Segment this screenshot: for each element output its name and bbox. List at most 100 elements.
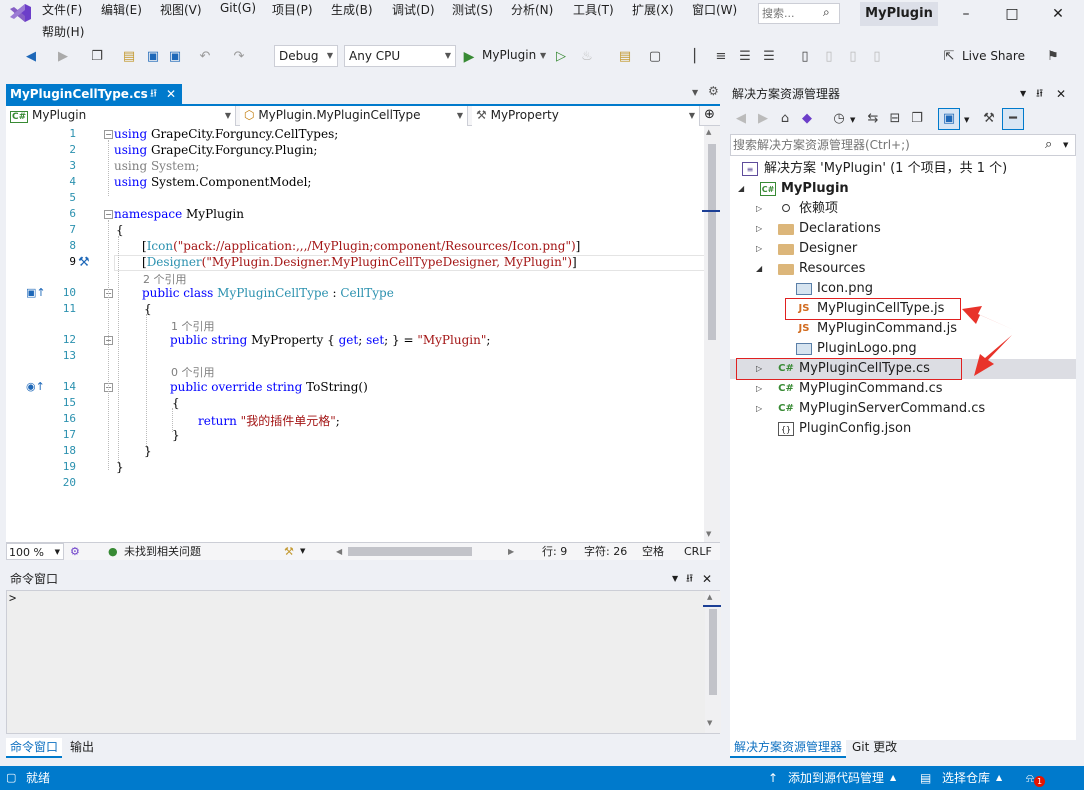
settings-icon[interactable]: ⚙ bbox=[708, 84, 719, 98]
pending-changes-filter-icon[interactable]: ◷ bbox=[830, 109, 848, 129]
start-debugging-icon[interactable]: ▶ bbox=[460, 47, 478, 67]
pin-icon[interactable]: ⭿ bbox=[1036, 84, 1043, 104]
cleanup-brush-icon[interactable]: ⚒ bbox=[284, 543, 294, 560]
menu-test[interactable]: 测试(S) bbox=[452, 1, 493, 19]
menu-view[interactable]: 视图(V) bbox=[160, 1, 202, 19]
chevron-up-icon[interactable]: ▲ bbox=[996, 766, 1002, 790]
solution-folder-icon[interactable]: ▤ bbox=[616, 47, 634, 67]
scroll-up-icon[interactable]: ▲ bbox=[707, 593, 712, 601]
menu-help[interactable]: 帮助(H) bbox=[42, 23, 84, 41]
configuration-select[interactable]: Debug ▼ bbox=[274, 45, 338, 67]
save-all-icon[interactable]: ▣ bbox=[166, 47, 184, 67]
collapse-toggle[interactable]: − bbox=[104, 210, 113, 219]
chevron-down-icon[interactable]: ▼ bbox=[300, 543, 305, 560]
minimize-button[interactable]: – bbox=[956, 4, 976, 24]
collapsed-arrow-icon[interactable]: ▷ bbox=[756, 219, 762, 239]
comment-icon[interactable]: ☰ bbox=[736, 47, 754, 67]
menu-file[interactable]: 文件(F) bbox=[42, 1, 82, 19]
start-without-debugging-icon[interactable]: ▷ bbox=[552, 47, 570, 67]
horizontal-scroll-thumb[interactable] bbox=[348, 547, 472, 556]
split-window-icon[interactable]: ⊕ bbox=[704, 107, 715, 122]
expanded-arrow-icon[interactable]: ◢ bbox=[738, 179, 744, 199]
close-icon[interactable]: ✕ bbox=[1056, 84, 1066, 104]
issues-status[interactable]: 未找到相关问题 bbox=[124, 543, 201, 560]
scroll-down-icon[interactable]: ▼ bbox=[706, 530, 711, 538]
forward-icon[interactable]: ▶ bbox=[54, 47, 72, 67]
collapsed-arrow-icon[interactable]: ▷ bbox=[756, 239, 762, 259]
command-scroll-thumb[interactable] bbox=[709, 609, 717, 695]
open-folder-icon[interactable]: ▤ bbox=[120, 47, 138, 67]
forward-icon[interactable]: ▶ bbox=[754, 109, 772, 129]
collapsed-arrow-icon[interactable]: ▷ bbox=[756, 399, 762, 419]
switch-views-icon[interactable]: ◆ bbox=[798, 109, 816, 129]
global-search-box[interactable]: ⌕ bbox=[758, 3, 840, 24]
next-bookmark-icon[interactable]: ▯ bbox=[844, 47, 862, 67]
menu-window[interactable]: 窗口(W) bbox=[692, 1, 737, 19]
whitespace-indicator[interactable]: 空格 bbox=[642, 543, 664, 560]
menu-analyze[interactable]: 分析(N) bbox=[511, 1, 553, 19]
scroll-left-icon[interactable]: ◀ bbox=[336, 543, 342, 560]
class-dropdown[interactable]: ⬡ MyPlugin.MyPluginCellType ▼ bbox=[240, 106, 468, 126]
back-icon[interactable]: ◀ bbox=[732, 109, 750, 129]
collapsed-arrow-icon[interactable]: ▷ bbox=[756, 379, 762, 399]
solution-search-input[interactable] bbox=[733, 135, 1033, 154]
close-window-button[interactable]: ✕ bbox=[1048, 4, 1068, 24]
chevron-down-icon[interactable]: ▼ bbox=[964, 116, 969, 124]
chevron-up-icon[interactable]: ▲ bbox=[890, 766, 896, 790]
line-ending-indicator[interactable]: CRLF bbox=[684, 543, 712, 560]
uncomment-icon[interactable]: ☰ bbox=[760, 47, 778, 67]
menu-edit[interactable]: 编辑(E) bbox=[101, 1, 142, 19]
clear-bookmarks-icon[interactable]: ▯ bbox=[868, 47, 886, 67]
indent-icon[interactable]: ≡ bbox=[712, 47, 730, 67]
chevron-down-icon[interactable]: ▼ bbox=[540, 51, 546, 60]
menu-debug[interactable]: 调试(D) bbox=[392, 1, 435, 19]
codelens-references[interactable]: 1 个引用 bbox=[171, 318, 215, 334]
codelens-references[interactable]: 0 个引用 bbox=[171, 364, 215, 380]
code-editor[interactable]: 1 2 3 4 5 6 7 8 9 10 11 12 13 14 15 16 1… bbox=[6, 126, 720, 542]
save-icon[interactable]: ▣ bbox=[144, 47, 162, 67]
maximize-button[interactable]: □ bbox=[1002, 4, 1022, 24]
back-icon[interactable]: ◀ bbox=[22, 47, 40, 67]
zoom-select[interactable]: 100 % ▼ bbox=[6, 543, 64, 560]
home-icon[interactable]: ⌂ bbox=[776, 109, 794, 129]
properties-wrench-icon[interactable]: ⚒ bbox=[980, 109, 998, 129]
menu-extensions[interactable]: 扩展(X) bbox=[632, 1, 674, 19]
window-layout-icon[interactable]: ▢ bbox=[646, 47, 664, 67]
bookmark-icon[interactable]: ▯ bbox=[796, 47, 814, 67]
undo-icon[interactable]: ↶ bbox=[196, 47, 214, 67]
scroll-right-icon[interactable]: ▶ bbox=[508, 543, 514, 560]
run-target-label[interactable]: MyPlugin bbox=[482, 48, 536, 62]
close-icon[interactable]: ✕ bbox=[702, 570, 712, 588]
member-dropdown[interactable]: ⚒ MyProperty ▼ bbox=[472, 106, 700, 126]
select-repository[interactable]: 选择仓库 bbox=[942, 766, 990, 790]
notifications-bell-icon[interactable]: ⍾ bbox=[1026, 766, 1034, 790]
tab-output[interactable]: 输出 bbox=[66, 738, 98, 758]
chevron-down-icon[interactable]: ▼ bbox=[1020, 84, 1026, 104]
tab-command-window[interactable]: 命令窗口 bbox=[6, 738, 63, 758]
project-dropdown[interactable]: C# MyPlugin ▼ bbox=[6, 106, 236, 126]
show-all-files-icon[interactable]: ❐ bbox=[908, 109, 926, 129]
live-share-label[interactable]: Live Share bbox=[962, 49, 1025, 63]
new-project-icon[interactable]: ❐ bbox=[88, 47, 106, 67]
tab-list-chevron-icon[interactable]: ▼ bbox=[692, 88, 698, 97]
menu-project[interactable]: 项目(P) bbox=[272, 1, 313, 19]
codelens-references[interactable]: 2 个引用 bbox=[143, 271, 187, 287]
hot-reload-icon[interactable]: ♨ bbox=[578, 47, 596, 67]
platform-select[interactable]: Any CPU ▼ bbox=[344, 45, 456, 67]
close-icon[interactable]: ✕ bbox=[166, 84, 176, 104]
redo-icon[interactable]: ↷ bbox=[230, 47, 248, 67]
command-window-body[interactable]: > ▲ ▼ bbox=[6, 590, 721, 734]
pin-icon[interactable]: ⭿ bbox=[686, 570, 693, 588]
pin-icon[interactable]: ⭿ bbox=[150, 84, 157, 104]
tab-git-changes[interactable]: Git 更改 bbox=[848, 738, 901, 758]
align-left-icon[interactable]: ▏ bbox=[690, 47, 708, 67]
override-implemented-icon[interactable]: ▣↑ bbox=[26, 286, 46, 299]
solution-search-box[interactable]: ⌕ ▼ bbox=[730, 134, 1076, 156]
live-share-icon[interactable]: ⇱ bbox=[940, 47, 958, 67]
collapse-toggle[interactable]: − bbox=[104, 130, 113, 139]
scroll-down-icon[interactable]: ▼ bbox=[707, 719, 712, 727]
sync-with-document-icon[interactable]: ⇆ bbox=[864, 109, 882, 129]
tab-mypluginceltype-cs[interactable]: MyPluginCellType.cs ⭿ ✕ bbox=[6, 84, 182, 104]
solution-tree[interactable]: ≡ 解决方案 'MyPlugin' (1 个项目，共 1 个) ◢ C# MyP… bbox=[730, 156, 1076, 740]
add-to-source-control[interactable]: 添加到源代码管理 bbox=[788, 766, 884, 790]
